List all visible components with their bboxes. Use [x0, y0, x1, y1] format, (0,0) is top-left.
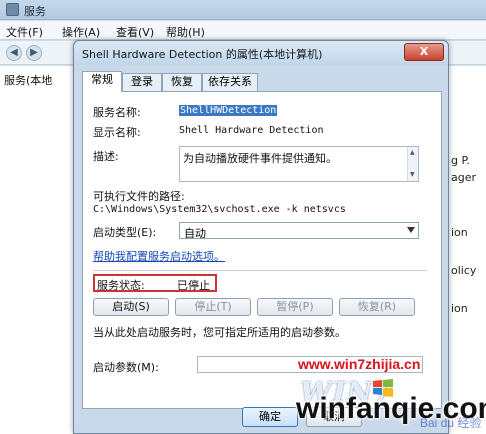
list-text: g P. [451, 154, 470, 167]
display-name-label: 显示名称: [93, 126, 141, 139]
menu-help[interactable]: 帮助(H) [166, 24, 205, 40]
properties-dialog: Shell Hardware Detection 的属性(本地计算机) X 常规… [73, 40, 449, 434]
tree-pane: 服务(本地 [0, 66, 75, 434]
menu-view[interactable]: 查看(V) [116, 24, 154, 40]
help-configure-link[interactable]: 帮助我配置服务启动选项。 [93, 248, 225, 264]
dialog-titlebar[interactable]: Shell Hardware Detection 的属性(本地计算机) X [74, 41, 448, 65]
ok-button[interactable]: 确定 [242, 407, 298, 427]
services-list-edge: g P. ager ion olicy ion [446, 66, 486, 434]
close-icon: X [419, 45, 429, 58]
menu-file[interactable]: 文件(F) [6, 24, 43, 40]
tab-logon[interactable]: 登录 [122, 73, 162, 91]
list-text: ion [451, 302, 468, 315]
dialog-title: Shell Hardware Detection 的属性(本地计算机) [82, 48, 323, 61]
list-text: olicy [451, 264, 477, 277]
pause-button[interactable]: 暂停(P) [257, 298, 333, 316]
services-titlebar[interactable]: 服务 [0, 0, 486, 20]
service-name-label: 服务名称: [93, 106, 141, 119]
start-params-hint: 当从此处启动服务时，您可指定所适用的启动参数。 [93, 326, 346, 339]
tab-strip: 常规 登录 恢复 依存关系 [82, 71, 442, 92]
startup-type-value: 自动 [184, 227, 206, 240]
back-arrow-icon[interactable]: ◀ [6, 45, 22, 61]
resume-button[interactable]: 恢复(R) [339, 298, 415, 316]
exe-path-label: 可执行文件的路径: [93, 190, 185, 203]
description-label: 描述: [93, 150, 119, 163]
watermark-url: www.win7zhijia.cn [298, 356, 421, 372]
service-status-label: 服务状态: [97, 279, 145, 292]
tab-dependencies[interactable]: 依存关系 [202, 73, 258, 91]
scroll-down-icon[interactable]: ▼ [410, 171, 415, 178]
start-params-label: 启动参数(M): [93, 361, 159, 374]
forward-arrow-icon[interactable]: ▶ [26, 45, 42, 61]
startup-type-select[interactable]: 自动 [179, 222, 419, 240]
tab-general[interactable]: 常规 [82, 71, 122, 92]
description-scrollbar[interactable]: ▲ ▼ [407, 147, 418, 181]
service-status-value: 已停止 [177, 279, 210, 292]
exe-path-value: C:\Windows\System32\svchost.exe -k netsv… [93, 204, 346, 215]
menu-action[interactable]: 操作(A) [62, 24, 100, 40]
stop-button[interactable]: 停止(T) [175, 298, 251, 316]
services-app-icon [6, 3, 19, 16]
watermark-baidu: Bai du 经验 [420, 416, 482, 430]
close-button[interactable]: X [404, 43, 444, 61]
tree-item-services-local[interactable]: 服务(本地 [4, 72, 52, 88]
description-field[interactable]: 为自动播放硬件事件提供通知。 ▲ ▼ [179, 146, 419, 182]
services-title: 服务 [24, 5, 46, 18]
start-button[interactable]: 启动(S) [93, 298, 169, 316]
divider [93, 270, 427, 271]
description-text: 为自动播放硬件事件提供通知。 [183, 152, 337, 165]
menubar: 文件(F) 操作(A) 查看(V) 帮助(H) [0, 21, 486, 40]
service-name-value[interactable]: ShellHWDetection [179, 105, 278, 116]
list-text: ager [451, 171, 477, 184]
display-name-value: Shell Hardware Detection [179, 125, 324, 136]
chevron-down-icon[interactable] [407, 227, 415, 233]
startup-type-label: 启动类型(E): [93, 226, 157, 239]
list-text: ion [451, 226, 468, 239]
tab-recovery[interactable]: 恢复 [162, 73, 202, 91]
scroll-up-icon[interactable]: ▲ [410, 149, 415, 156]
